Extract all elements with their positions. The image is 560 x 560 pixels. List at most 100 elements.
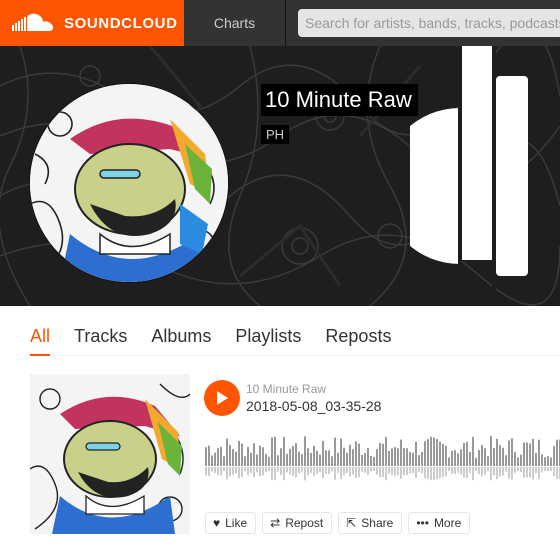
waveform-reflection [382, 467, 384, 478]
waveform-reflection [235, 467, 237, 474]
waveform-bar [430, 436, 432, 466]
waveform-bar [442, 443, 444, 466]
waveform-bar [472, 436, 474, 466]
waveform-reflection [238, 467, 240, 479]
waveform-bar [274, 436, 276, 466]
waveform-bar [352, 449, 354, 466]
waveform-bar [421, 452, 423, 466]
nav-charts-link[interactable]: Charts [184, 0, 286, 46]
waveform-bar [247, 447, 249, 466]
waveform-reflection [286, 467, 288, 473]
waveform-bar [505, 455, 507, 466]
waveform-bar [508, 440, 510, 466]
tab-tracks[interactable]: Tracks [74, 318, 127, 356]
waveform-bar [397, 448, 399, 466]
waveform-reflection [454, 467, 456, 475]
waveform-reflection [412, 467, 414, 473]
waveform-bar [349, 444, 351, 466]
waveform-reflection [478, 467, 480, 475]
waveform-reflection [547, 467, 549, 472]
tab-reposts[interactable]: Reposts [325, 318, 391, 356]
waveform-reflection [283, 467, 285, 481]
waveform-bar [292, 445, 294, 466]
waveform-bar [346, 452, 348, 466]
waveform-reflection [409, 467, 411, 474]
more-label: More [433, 516, 462, 530]
waveform-bar [415, 441, 417, 466]
top-bar: SOUNDCLOUD Charts [0, 0, 560, 46]
waveform-reflection [244, 467, 246, 472]
waveform-bar [358, 443, 360, 466]
waveform-reflection [277, 467, 279, 472]
waveform-bar [403, 448, 405, 466]
heart-icon: ♥ [213, 516, 221, 530]
track-waveform[interactable] [205, 430, 560, 486]
profile-avatar[interactable] [30, 84, 228, 282]
waveform-reflection [430, 467, 432, 481]
waveform-reflection [472, 467, 474, 481]
waveform-bar [229, 445, 231, 466]
waveform-bar [487, 456, 489, 466]
waveform-bar [322, 440, 324, 466]
waveform-reflection [493, 467, 495, 476]
waveform-bar [319, 454, 321, 466]
track-actions: ♥ Like ⇄ Repost ⇱ Share ••• More [205, 512, 476, 534]
waveform-bar [433, 437, 435, 466]
waveform-bar [424, 441, 426, 466]
waveform-bar [223, 456, 225, 466]
track-uploader[interactable]: 10 Minute Raw [246, 382, 326, 396]
repost-button[interactable]: ⇄ Repost [262, 512, 333, 534]
like-button[interactable]: ♥ Like [205, 512, 257, 534]
waveform-bar [241, 443, 243, 466]
waveform-bar [259, 445, 261, 466]
soundcloud-logo[interactable]: SOUNDCLOUD [0, 0, 184, 46]
waveform-bar [277, 455, 279, 466]
waveform-bar [460, 449, 462, 466]
waveform-reflection [232, 467, 234, 475]
waveform-bar [205, 447, 207, 466]
waveform-bar [556, 439, 558, 466]
waveform-reflection [217, 467, 219, 475]
waveform-reflection [508, 467, 510, 479]
waveform-reflection [241, 467, 243, 478]
waveform-reflection [490, 467, 492, 481]
waveform-reflection [475, 467, 477, 471]
waveform-reflection [364, 467, 366, 473]
waveform-reflection [301, 467, 303, 473]
like-label: Like [225, 516, 248, 530]
track-artwork[interactable] [30, 374, 190, 534]
waveform-reflection [259, 467, 261, 477]
waveform-bar [337, 452, 339, 466]
waveform-bar [499, 445, 501, 466]
track-title[interactable]: 2018-05-08_03-35-28 [246, 398, 381, 414]
more-button[interactable]: ••• More [408, 512, 471, 534]
tab-albums[interactable]: Albums [151, 318, 211, 356]
waveform-reflection [367, 467, 369, 476]
waveform-reflection [484, 467, 486, 475]
waveform-bar [208, 445, 210, 466]
waveform-reflection [505, 467, 507, 472]
tab-all[interactable]: All [30, 318, 51, 356]
waveform-reflection [460, 467, 462, 475]
waveform-reflection [553, 467, 555, 476]
waveform-bar [550, 457, 552, 466]
waveform-reflection [541, 467, 543, 473]
waveform-bar [235, 451, 237, 466]
waveform-bar [301, 454, 303, 466]
waveform-reflection [400, 467, 402, 479]
waveform-reflection [538, 467, 540, 479]
waveform-reflection [433, 467, 435, 480]
waveform-bar [250, 452, 252, 466]
waveform-bar [334, 437, 336, 466]
waveform-reflection [331, 467, 333, 472]
waveform-bar [271, 437, 273, 466]
waveform-reflection [544, 467, 546, 471]
play-button[interactable] [204, 380, 240, 416]
waveform-bar [436, 439, 438, 466]
search-input[interactable] [298, 9, 560, 37]
waveform-reflection [229, 467, 231, 477]
share-button[interactable]: ⇱ Share [338, 512, 403, 534]
waveform-reflection [361, 467, 363, 472]
tab-playlists[interactable]: Playlists [235, 318, 301, 356]
waveform-reflection [319, 467, 321, 473]
